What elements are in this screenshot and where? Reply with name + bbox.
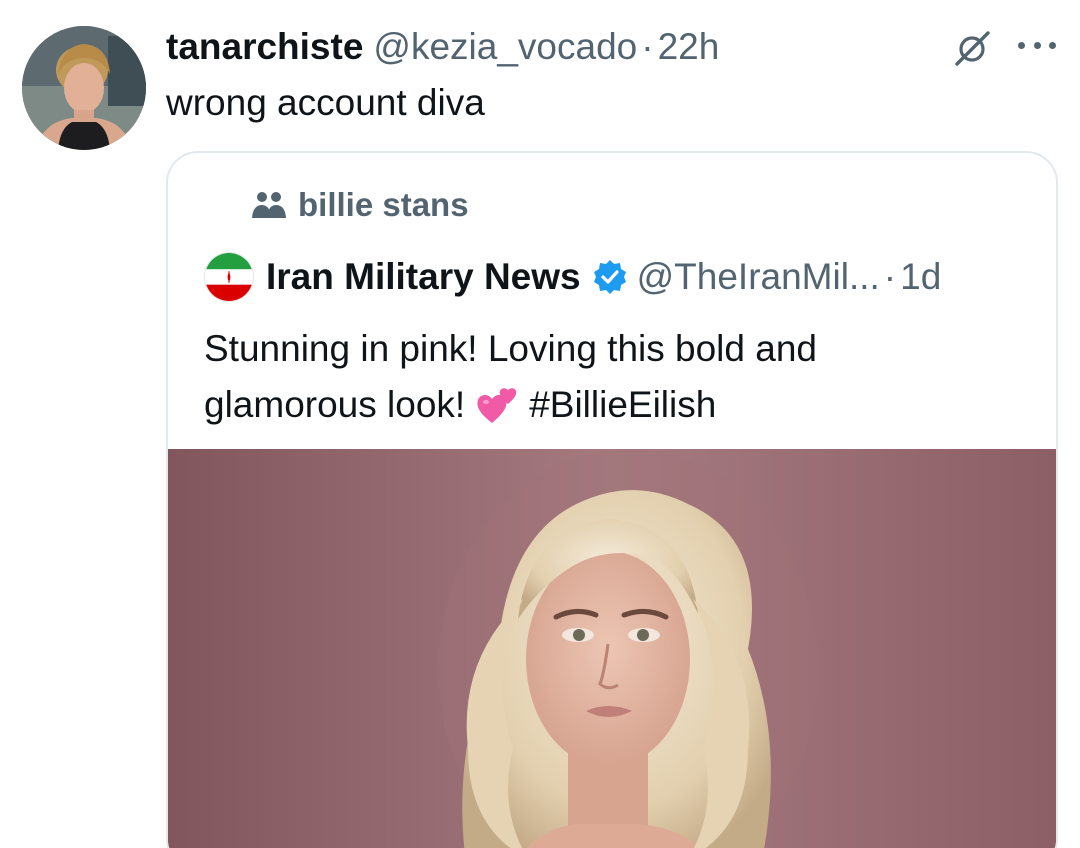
separator-dot: ·	[883, 256, 897, 297]
hashtag-link[interactable]: #BillieEilish	[529, 377, 716, 433]
verified-badge-icon	[593, 260, 626, 294]
quoted-tweet-card[interactable]: billie stans Iran Military News @TheIran…	[166, 151, 1058, 848]
quoted-text-line-2: glamorous look! #BillieEilish	[204, 377, 817, 433]
quoted-timestamp[interactable]: 1d	[900, 256, 941, 298]
quoted-text-line-1: Stunning in pink! Loving this bold and	[204, 328, 817, 369]
tweet-text: wrong account diva	[166, 82, 485, 123]
community-icon	[252, 192, 286, 218]
quoted-text-segment: glamorous look!	[204, 384, 466, 425]
display-name[interactable]: tanarchiste	[166, 24, 363, 70]
community-label-row[interactable]: billie stans	[250, 185, 469, 225]
quoted-header: Iran Military News @TheIranMil... · 1d	[204, 251, 941, 303]
quoted-handle[interactable]: @TheIranMil...	[637, 256, 880, 298]
grok-icon[interactable]	[952, 28, 992, 68]
tweet[interactable]: tanarchiste @kezia_vocado · 22h wrong ac…	[0, 0, 1080, 848]
user-avatar[interactable]	[22, 26, 146, 150]
timestamp[interactable]: 22h	[658, 24, 720, 70]
more-options-icon[interactable]	[1018, 38, 1056, 52]
reply-header: tanarchiste @kezia_vocado · 22h	[166, 24, 719, 70]
quoted-tweet-text: Stunning in pink! Loving this bold and g…	[204, 321, 817, 433]
separator-dot: ·	[641, 26, 654, 67]
user-handle[interactable]: @kezia_vocado	[373, 24, 637, 70]
community-name: billie stans	[298, 186, 469, 223]
quoted-media-image[interactable]	[168, 449, 1056, 848]
iran-flag-avatar[interactable]	[204, 252, 254, 302]
photo-of-blonde-woman-on-pink-background	[168, 449, 1056, 848]
user-avatar-photo	[22, 26, 146, 150]
quoted-display-name[interactable]: Iran Military News	[266, 256, 581, 298]
two-hearts-emoji-icon	[477, 388, 517, 423]
